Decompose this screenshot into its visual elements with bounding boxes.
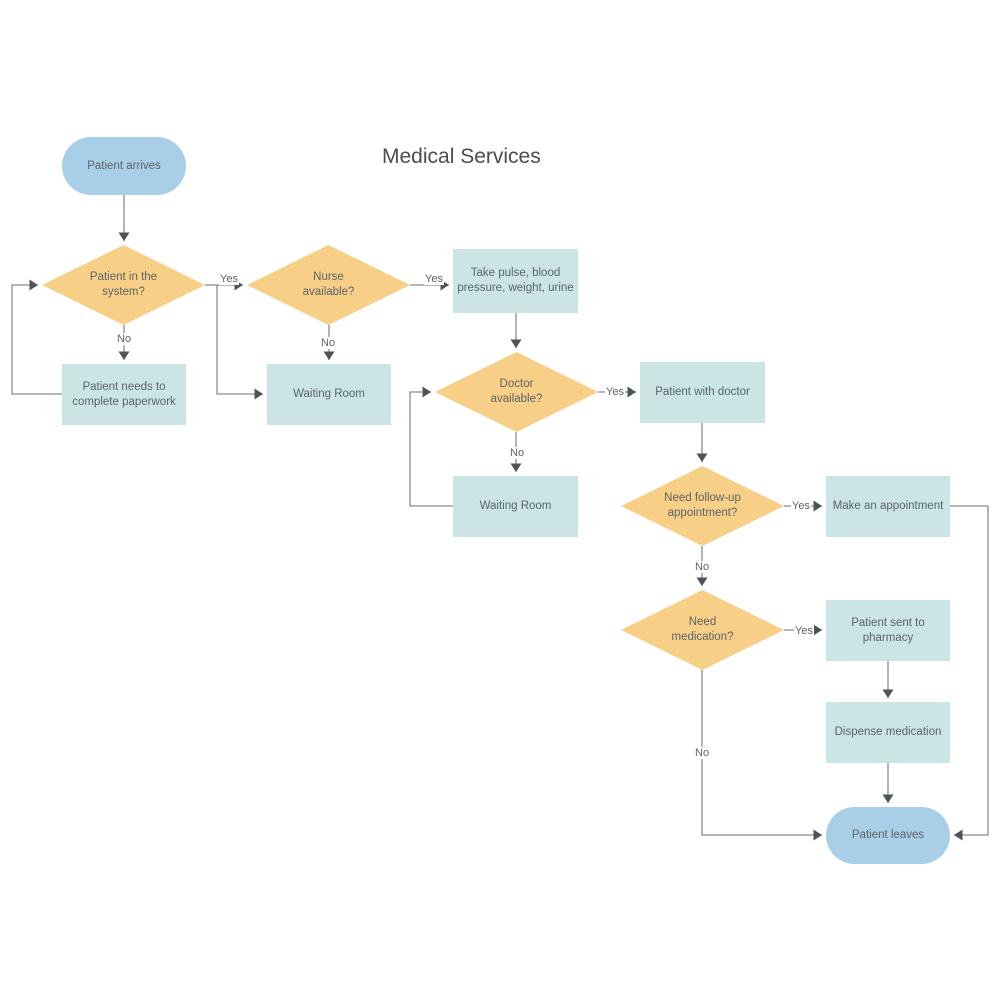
decision-diamond-shape (247, 245, 410, 325)
arrowhead-icon (29, 279, 38, 291)
node-label: Make an appointment (832, 500, 944, 512)
arrowhead-icon (254, 388, 263, 400)
node-doctor-available[interactable]: Doctor available? (435, 352, 598, 432)
arrowhead-icon (118, 232, 130, 241)
node-label: Dispense medication (834, 726, 942, 738)
node-patient-leaves[interactable]: Patient leaves (826, 807, 950, 864)
edge-label-yes-in-system: Yes (219, 273, 239, 285)
decision-diamond-shape (42, 245, 205, 325)
node-label: Patient with doctor (655, 386, 750, 398)
decision-diamond-shape (435, 352, 598, 432)
node-patient-to-pharmacy[interactable]: Patient sent to pharmacy (826, 600, 950, 661)
edge-label-no-doctor: No (509, 447, 526, 459)
edge-label-yes-followup: Yes (791, 500, 811, 512)
node-patient-with-doctor[interactable]: Patient with doctor (640, 362, 765, 423)
edge-label-no-nurse: No (320, 337, 337, 349)
diagram-title: Medical Services (382, 145, 541, 168)
arrowhead-icon (696, 577, 708, 586)
arrowhead-icon (813, 500, 822, 512)
node-label: Take pulse, blood pressure, weight, urine (457, 267, 574, 294)
decision-diamond-shape (621, 590, 784, 670)
arrowhead-icon (813, 829, 822, 841)
flowchart-canvas: Medical Services Patient arrives Patient … (0, 0, 1000, 1000)
edge-label-yes-nurse: Yes (424, 273, 444, 285)
arrowhead-icon (954, 829, 963, 841)
edge-label-yes-medication: Yes (794, 625, 814, 637)
arrowhead-icon (882, 689, 894, 698)
connector-patient-to-followup (696, 423, 708, 462)
node-make-appointment[interactable]: Make an appointment (826, 476, 950, 537)
arrowhead-icon (118, 351, 130, 360)
arrowhead-icon (422, 386, 431, 398)
node-label: Patient arrives (87, 159, 161, 172)
decision-diamond-shape (621, 466, 784, 546)
connector-med-no-to-leaves (701, 670, 822, 841)
arrowhead-icon (813, 624, 822, 636)
edge-label-yes-doctor: Yes (605, 386, 625, 398)
node-label: Waiting Room (293, 388, 365, 400)
arrowhead-icon (323, 351, 335, 360)
node-nurse-available[interactable]: Nurse available? (247, 245, 410, 325)
node-label: Patient needs to complete paperwork (72, 380, 176, 408)
connector-arrives-to-system (118, 195, 130, 241)
node-waiting-room-doctor[interactable]: Waiting Room (453, 476, 578, 537)
node-label: Patient sent to pharmacy (851, 616, 925, 644)
arrowhead-icon (510, 463, 522, 472)
node-dispense-medication[interactable]: Dispense medication (826, 702, 950, 763)
node-label: Patient leaves (851, 829, 925, 841)
edge-label-no-in-system: No (116, 333, 133, 345)
edge-label-no-medication: No (694, 747, 711, 759)
connector-vitals-to-doctor (510, 313, 522, 348)
node-take-vitals[interactable]: Take pulse, blood pressure, weight, urine (453, 249, 578, 313)
connector-pharmacy-to-dispense (882, 661, 894, 698)
node-label: Waiting Room (479, 500, 552, 512)
node-need-followup[interactable]: Need follow-up appointment? (621, 466, 784, 546)
connector-appt-to-leaves (950, 505, 989, 841)
node-need-medication[interactable]: Need medication? (621, 590, 784, 670)
arrowhead-icon (696, 453, 708, 462)
node-waiting-room-nurse[interactable]: Waiting Room (267, 364, 391, 425)
arrowhead-icon (627, 386, 636, 398)
connector-dispense-to-leaves (882, 763, 894, 803)
arrowhead-icon (882, 794, 894, 803)
node-patient-in-system[interactable]: Patient in the system? (42, 245, 205, 325)
edge-label-no-followup: No (694, 561, 711, 573)
node-complete-paperwork[interactable]: Patient needs to complete paperwork (62, 364, 186, 425)
node-patient-arrives[interactable]: Patient arrives (62, 137, 186, 195)
arrowhead-icon (510, 339, 522, 348)
